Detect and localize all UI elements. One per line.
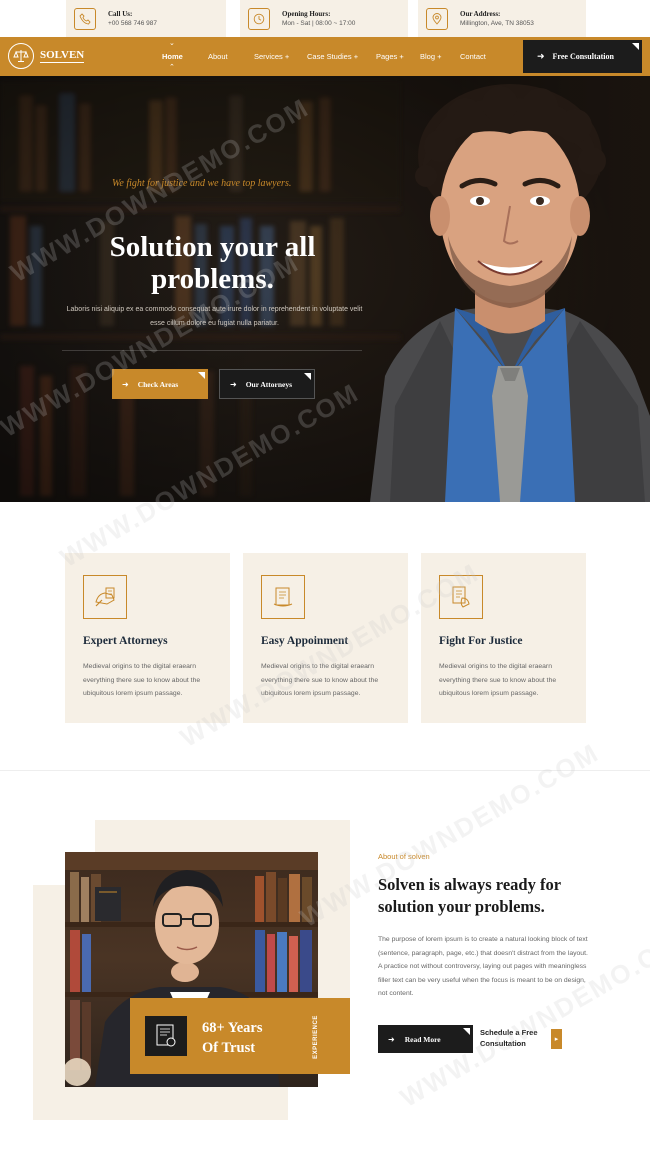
check-areas-button[interactable]: ➜ Check Areas (112, 369, 208, 399)
feature-title: Easy Appoinment (261, 635, 349, 647)
experience-badge: 68+ Years Of Trust EXPERIENCE (130, 998, 350, 1074)
about-title: Solven is always ready for solution your… (378, 875, 561, 916)
experience-title: 68+ Years Of Trust (202, 1020, 263, 1056)
free-consultation-button[interactable]: ➜ Free Consultation (523, 40, 642, 73)
arrow-right-icon: ➜ (537, 51, 545, 61)
experience-vertical-label: EXPERIENCE (312, 1015, 319, 1059)
schedule-consultation-link[interactable]: Schedule a Free Consultation (480, 1027, 550, 1049)
chevron-down-icon: ⌄ (169, 40, 175, 47)
our-attorneys-button[interactable]: ➜ Our Attorneys (219, 369, 315, 399)
arrow-right-icon: ➜ (122, 379, 129, 389)
chevron-up-icon: ⌃ (169, 64, 175, 71)
about-subtitle: About of solven (378, 852, 430, 861)
about-description: The purpose of lorem ipsum is to create … (378, 936, 588, 997)
address-value: Millington, Ave, TN 38053 (460, 20, 534, 27)
feature-description: Medieval origins to the digital eraearn … (261, 663, 379, 697)
arrow-right-icon: ➜ (230, 379, 237, 389)
nav-item-about[interactable]: About (208, 52, 228, 61)
call-info[interactable]: Call Us: +00 568 746 987 (66, 0, 226, 37)
corner-triangle-icon (632, 43, 639, 50)
nav-item-pages[interactable]: Pages + (376, 52, 404, 61)
nav-item-home[interactable]: Home (162, 52, 183, 61)
lawyer-portrait (370, 84, 650, 502)
logo-text: SOLVEN (40, 49, 85, 63)
check-areas-label: Check Areas (137, 379, 179, 389)
feature-card-expert-attorneys[interactable]: Expert Attorneys Medieval origins to the… (65, 553, 230, 723)
free-consultation-label: Free Consultation (552, 52, 614, 61)
feature-title: Fight For Justice (439, 635, 523, 647)
address-label: Our Address: (460, 10, 501, 18)
corner-triangle-icon (304, 373, 311, 380)
nav-item-services[interactable]: Services + (254, 52, 289, 61)
scales-icon (8, 43, 34, 69)
justice-icon (439, 575, 483, 619)
read-more-label: Read More (404, 1034, 441, 1044)
arrow-right-icon: ➜ (388, 1034, 395, 1044)
feature-title: Expert Attorneys (83, 635, 168, 647)
our-attorneys-label: Our Attorneys (245, 379, 293, 389)
clock-icon (248, 7, 270, 30)
hours-label: Opening Hours: (282, 10, 331, 18)
call-label: Call Us: (108, 10, 133, 18)
corner-triangle-icon (463, 1028, 470, 1035)
address-info: Our Address: Millington, Ave, TN 38053 (418, 0, 586, 37)
nav-item-case-studies[interactable]: Case Studies + (307, 52, 358, 61)
hours-value: Mon - Sat | 08:00 ~ 17:00 (282, 20, 356, 27)
attorney-icon (83, 575, 127, 619)
hero-title: Solution your all problems. (109, 231, 316, 295)
nav-item-contact[interactable]: Contact (460, 52, 486, 61)
document-icon (261, 575, 305, 619)
location-pin-icon (426, 7, 448, 30)
hero-divider (62, 350, 362, 351)
certificate-icon (145, 1016, 187, 1056)
feature-card-fight-for-justice[interactable]: Fight For Justice Medieval origins to th… (421, 553, 586, 723)
play-arrow-icon[interactable]: ▸ (551, 1029, 562, 1049)
feature-description: Medieval origins to the digital eraearn … (439, 663, 557, 697)
top-info-bar: Call Us: +00 568 746 987 Opening Hours: … (0, 0, 650, 37)
feature-description: Medieval origins to the digital eraearn … (83, 663, 201, 697)
hero-description: Laboris nisi aliquip ex ea commodo conse… (66, 306, 363, 327)
hero-section: We fight for justice and we have top law… (0, 76, 650, 502)
section-divider (0, 770, 650, 771)
feature-card-easy-appointment[interactable]: Easy Appoinment Medieval origins to the … (243, 553, 408, 723)
read-more-button[interactable]: ➜ Read More (378, 1025, 473, 1053)
corner-triangle-icon (198, 372, 205, 379)
hero-tagline: We fight for justice and we have top law… (112, 178, 292, 189)
call-value: +00 568 746 987 (108, 20, 157, 27)
hours-info: Opening Hours: Mon - Sat | 08:00 ~ 17:00 (240, 0, 408, 37)
nav-item-blog[interactable]: Blog + (420, 52, 441, 61)
phone-icon (74, 7, 96, 30)
logo[interactable]: SOLVEN (8, 43, 85, 69)
